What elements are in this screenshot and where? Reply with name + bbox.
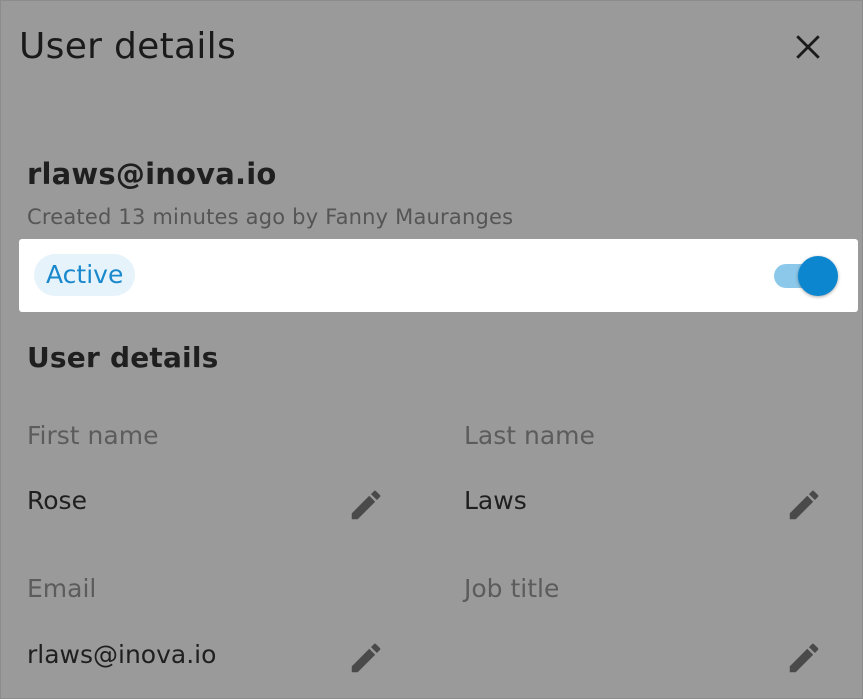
status-row: Active: [19, 239, 858, 312]
status-badge: Active: [34, 254, 136, 296]
last-name-value: Laws: [464, 486, 527, 515]
email-label: Email: [27, 574, 97, 603]
user-details-panel: User details rlaws@inova.io Created 13 m…: [0, 0, 863, 699]
edit-email-button[interactable]: [346, 638, 386, 678]
user-email-heading: rlaws@inova.io: [27, 157, 277, 191]
pencil-icon: [789, 643, 819, 673]
edit-job-title-button[interactable]: [784, 638, 824, 678]
first-name-value: Rose: [27, 486, 87, 515]
close-icon: [796, 35, 820, 59]
pencil-icon: [351, 490, 381, 520]
section-title: User details: [27, 341, 219, 374]
email-value: rlaws@inova.io: [27, 640, 217, 669]
close-button[interactable]: [790, 29, 826, 65]
panel-header: User details: [19, 23, 842, 75]
job-title-label: Job title: [464, 574, 560, 603]
edit-last-name-button[interactable]: [784, 485, 824, 525]
toggle-knob: [798, 256, 838, 296]
panel-title: User details: [19, 26, 237, 67]
active-toggle[interactable]: [772, 256, 838, 296]
last-name-label: Last name: [464, 421, 595, 450]
first-name-label: First name: [27, 421, 159, 450]
pencil-icon: [351, 643, 381, 673]
pencil-icon: [789, 490, 819, 520]
created-info: Created 13 minutes ago by Fanny Maurange…: [27, 205, 514, 229]
edit-first-name-button[interactable]: [346, 485, 386, 525]
